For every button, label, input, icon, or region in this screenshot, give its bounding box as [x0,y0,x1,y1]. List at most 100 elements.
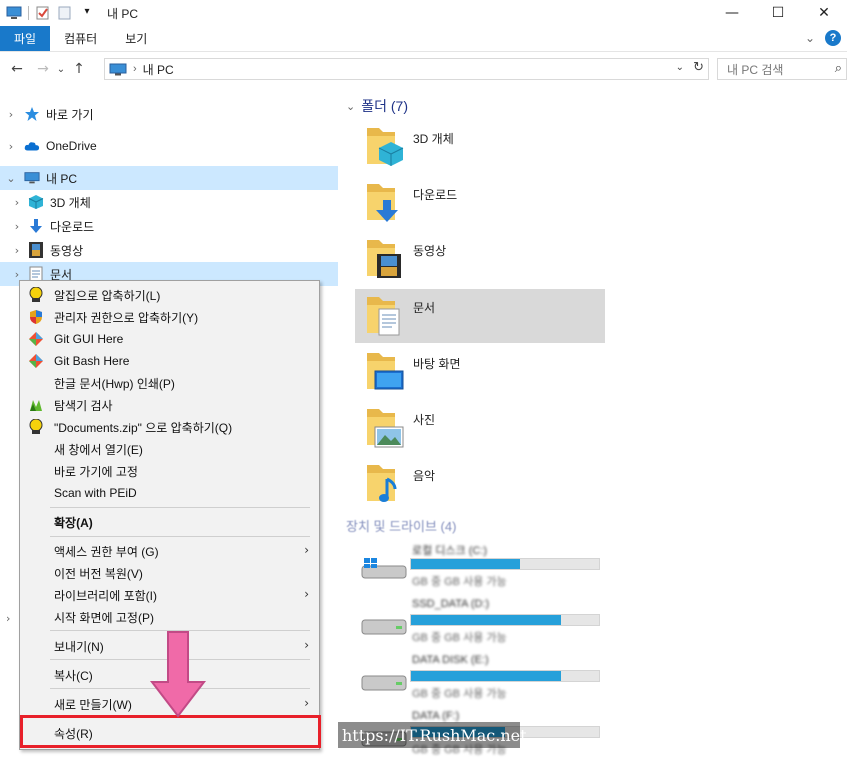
help-icon[interactable]: ? [825,30,841,46]
address-dropdown-icon[interactable]: ⌄ [676,62,684,73]
menu-item-scan-peid[interactable]: Scan with PEiD [20,482,319,504]
nav-item-3d-objects[interactable]: › 3D 개체 [0,190,338,214]
menu-item-give-access[interactable]: 액세스 권한 부여 (G) › [20,540,319,562]
folder-tile-downloads[interactable]: 다운로드 [355,176,605,230]
submenu-arrow-icon: › [304,638,309,652]
nav-item-label: 바로 가기 [46,107,94,122]
menu-item-git-gui[interactable]: Git GUI Here [20,328,319,350]
pc-icon [24,170,40,186]
navigation-bar: ← → ⌄ ↑ › 내 PC ⌄ ↻ 내 PC 검색 ⌕ [0,52,847,86]
drive-tile[interactable]: SSD_DATA (D:) GB 중 GB 사용 가능 [360,598,600,652]
folder-tile-music[interactable]: 음악 [355,457,605,511]
drives-group-header[interactable]: 장치 및 드라이브 (4) [346,516,456,535]
maximize-button[interactable]: ☐ [755,0,801,26]
collapse-chevron-icon[interactable]: ⌄ [4,172,18,185]
pointer-arrow-icon [149,631,207,718]
nav-item-onedrive[interactable]: › OneDrive [0,134,338,158]
properties-icon[interactable] [35,6,51,20]
alzip-icon [28,287,44,303]
nav-item-label: 내 PC [46,171,78,186]
forward-button[interactable]: → [32,61,54,77]
group-header-label: 장치 및 드라이브 (4) [346,519,457,534]
menu-item-git-bash[interactable]: Git Bash Here [20,350,319,372]
drive-icon [361,619,407,635]
up-button[interactable]: ↑ [68,61,90,77]
folder-tile-pictures[interactable]: 사진 [355,401,605,455]
folder-tile-documents[interactable]: 문서 [355,289,605,343]
expand-chevron-icon[interactable]: › [10,268,24,281]
folder-label: 동영상 [413,244,447,258]
content-pane: ⌄ 폴더 (7) 3D 개체 다운로드 동영상 문서 바탕 화면 사진 음악 장… [340,86,847,758]
menu-separator [50,536,310,537]
search-placeholder: 내 PC 검색 [727,62,784,77]
title-bar: ▾ 내 PC — ☐ ✕ [0,0,847,26]
window-title: 내 PC [107,6,139,21]
drive-tile[interactable]: 로컬 디스크 (C:) GB 중 GB 사용 가능 [360,542,600,596]
folder-label: 사진 [413,413,436,427]
menu-item-expand[interactable]: 확장(A) [20,511,319,533]
folder-tile-3d-objects[interactable]: 3D 개체 [355,120,605,174]
shield-icon [28,309,44,325]
menu-item-admin-compress[interactable]: 관리자 권한으로 압축하기(Y) [20,306,319,328]
search-input[interactable]: 내 PC 검색 ⌕ [717,58,847,80]
submenu-arrow-icon: › [304,543,309,557]
expand-chevron-icon[interactable]: › [10,196,24,209]
cube-folder-icon [367,128,404,166]
window-controls: — ☐ ✕ [709,0,847,26]
drive-usage-bar [410,614,600,626]
menu-item-alzip-compress[interactable]: 알집으로 압축하기(L) [20,284,319,306]
menu-item-open-new-window[interactable]: 새 창에서 열기(E) [20,438,319,460]
nav-item-downloads[interactable]: › 다운로드 [0,214,338,238]
menu-item-pin-start[interactable]: 시작 화면에 고정(P) [20,606,319,628]
menu-item-hwp-print[interactable]: 한글 문서(Hwp) 인쇄(P) [20,372,319,394]
ribbon-expand-icon[interactable]: ⌄ [805,31,815,45]
folder-label: 바탕 화면 [413,357,461,371]
menu-item-compress-to-zip[interactable]: "Documents.zip" 으로 압축하기(Q) [20,416,319,438]
group-collapse-icon[interactable]: ⌄ [346,100,355,113]
menu-item-explorer-scan[interactable]: 탐색기 검사 [20,394,319,416]
tab-file[interactable]: 파일 [0,26,51,51]
nav-item-quick-access[interactable]: › 바로 가기 [0,102,338,126]
tab-view[interactable]: 보기 [111,26,161,51]
recent-locations-button[interactable]: ⌄ [54,64,68,75]
git-icon [28,331,44,347]
drive-name: DATA (F:) [412,710,460,722]
drive-usage-fill [411,671,562,681]
expand-chevron-icon[interactable]: › [4,108,18,121]
expand-chevron-icon[interactable]: › [4,140,18,153]
video-icon [28,242,44,258]
new-folder-icon[interactable] [57,6,73,20]
folder-label: 문서 [413,301,436,315]
customize-quick-access-icon[interactable]: ▾ [79,6,95,20]
search-icon[interactable]: ⌕ [835,61,842,76]
cube-icon [28,194,44,210]
alzip-icon [28,419,44,435]
breadcrumb-item[interactable]: 내 PC [143,61,174,78]
refresh-icon[interactable]: ↻ [693,60,704,75]
drive-icon [361,675,407,691]
folder-tile-videos[interactable]: 동영상 [355,232,605,286]
folder-label: 3D 개체 [413,132,454,146]
menu-item-include-library[interactable]: 라이브러리에 포함(I) › [20,584,319,606]
nav-item-label: 3D 개체 [50,195,91,210]
expand-chevron-icon[interactable]: › [10,244,24,257]
close-button[interactable]: ✕ [801,0,847,26]
menu-item-restore-previous[interactable]: 이전 버전 복원(V) [20,562,319,584]
git-icon [28,353,44,369]
folders-group-header[interactable]: ⌄ 폴더 (7) [346,96,408,116]
address-bar[interactable]: › 내 PC ⌄ ↻ [104,58,709,80]
expand-chevron-icon[interactable]: › [10,220,24,233]
drive-name: 로컬 디스크 (C:) [412,545,488,557]
breadcrumb-separator: › [133,63,137,75]
drive-tile[interactable]: DATA DISK (E:) GB 중 GB 사용 가능 [360,654,600,708]
quick-access-toolbar: ▾ [0,0,95,26]
nav-item-this-pc[interactable]: ⌄ 내 PC [0,166,338,190]
folder-label: 다운로드 [413,188,458,202]
folder-tile-desktop[interactable]: 바탕 화면 [355,345,605,399]
nav-item-videos[interactable]: › 동영상 [0,238,338,262]
expand-chevron-icon[interactable]: › [6,612,10,625]
menu-item-pin-quick-access[interactable]: 바로 가기에 고정 [20,460,319,482]
back-button[interactable]: ← [6,61,28,77]
minimize-button[interactable]: — [709,0,755,26]
tab-computer[interactable]: 컴퓨터 [50,26,111,51]
